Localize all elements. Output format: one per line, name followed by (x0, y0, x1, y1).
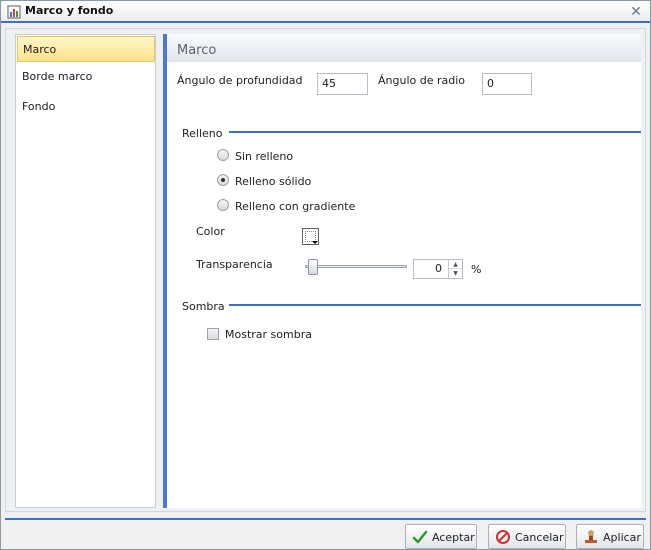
fill-section-label: Relleno (182, 127, 223, 140)
cancel-icon (496, 530, 510, 544)
nav-item-label: Fondo (22, 100, 56, 113)
shadow-section-label: Sombra (182, 300, 225, 313)
color-label: Color (196, 225, 225, 238)
panel-header: Marco (167, 34, 641, 62)
depth-angle-input[interactable]: 45 (317, 73, 368, 95)
transparency-slider-thumb[interactable] (308, 259, 318, 275)
radio-selected-dot (221, 178, 225, 182)
nav-item-marco[interactable]: Marco (17, 36, 155, 62)
cancel-label: Cancelar (515, 531, 564, 544)
gradient-fill-label: Relleno con gradiente (235, 200, 356, 213)
depth-angle-label: Ángulo de profundidad (177, 74, 303, 87)
apply-button[interactable]: Aplicar (576, 524, 644, 549)
show-shadow-label: Mostrar sombra (225, 328, 312, 341)
spinner-buttons: ▲ ▼ (448, 260, 462, 278)
panel-title: Marco (177, 43, 217, 58)
footer-divider (5, 518, 646, 520)
accept-button[interactable]: Aceptar (405, 524, 477, 549)
apply-label: Aplicar (603, 531, 641, 544)
shadow-section-divider (229, 304, 641, 306)
frame-properties-icon (7, 5, 21, 19)
dialog-content: Marco Borde marco Fondo Marco Ángulo de … (5, 28, 646, 512)
dialog-title: Marco y fondo (25, 4, 114, 17)
radius-angle-input[interactable]: 0 (482, 73, 532, 95)
solid-fill-label: Relleno sólido (235, 175, 312, 188)
nav-item-label: Marco (23, 43, 57, 56)
nav-item-label: Borde marco (22, 70, 93, 83)
gradient-fill-radio[interactable] (217, 199, 229, 211)
nav-item-fondo[interactable]: Fondo (17, 94, 155, 120)
close-icon[interactable]: ✕ (629, 5, 643, 19)
cancel-button[interactable]: Cancelar (488, 524, 566, 549)
transparency-label: Transparencia (196, 258, 273, 271)
dialog-window: Marco y fondo ✕ Marco Borde marco Fondo … (0, 0, 651, 550)
no-fill-radio[interactable] (217, 149, 229, 161)
apply-stamp-icon (585, 530, 597, 543)
no-fill-label: Sin relleno (235, 150, 294, 163)
category-nav: Marco Borde marco Fondo (15, 34, 156, 508)
transparency-slider-track[interactable] (305, 265, 407, 268)
transparency-value: 0 (435, 262, 442, 275)
checkmark-icon (412, 530, 428, 544)
spin-up-icon[interactable]: ▲ (449, 260, 462, 269)
fill-section-divider (229, 131, 641, 133)
color-picker-button[interactable] (302, 228, 319, 245)
title-bar: Marco y fondo ✕ (1, 1, 650, 23)
spin-down-icon[interactable]: ▼ (449, 269, 462, 278)
transparency-unit: % (471, 263, 482, 276)
accept-label: Aceptar (432, 531, 475, 544)
solid-fill-radio[interactable] (217, 174, 229, 186)
dropdown-arrow-icon (312, 241, 318, 244)
radius-angle-label: Ángulo de radio (378, 74, 466, 87)
show-shadow-checkbox[interactable] (207, 328, 219, 340)
nav-item-borde-marco[interactable]: Borde marco (17, 64, 155, 90)
transparency-spinner[interactable]: 0 ▲ ▼ (413, 259, 463, 279)
settings-panel: Marco Ángulo de profundidad 45 Ángulo de… (163, 34, 641, 508)
